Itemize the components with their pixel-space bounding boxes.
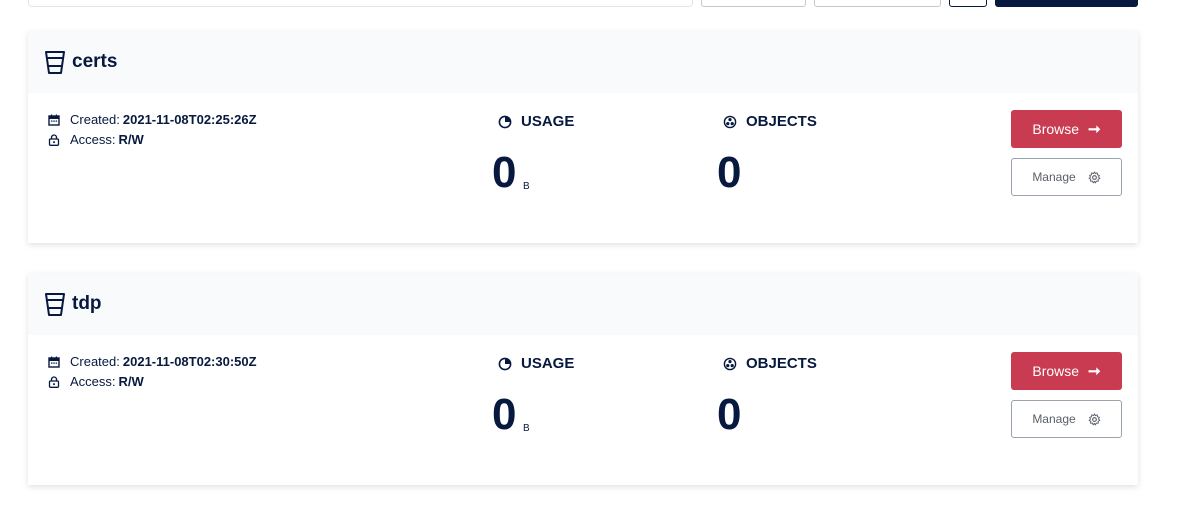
objects-header: OBJECTS	[723, 113, 817, 130]
objects-label: OBJECTS	[746, 113, 817, 130]
access-label: Access:	[70, 132, 116, 147]
bucket-name: tdp	[72, 293, 102, 314]
toolbar-button-1[interactable]	[701, 0, 806, 7]
usage-stat: USAGE 0 B	[492, 355, 574, 437]
pie-chart-icon	[498, 357, 512, 370]
created-value: 2021-11-08T02:25:26Z	[122, 112, 257, 127]
objects-stat: OBJECTS 0	[717, 113, 817, 195]
objects-stat: OBJECTS 0	[717, 355, 817, 437]
usage-stat: USAGE 0 B	[492, 113, 574, 195]
usage-label: USAGE	[521, 113, 575, 130]
search-input[interactable]	[28, 0, 693, 7]
objects-label: OBJECTS	[746, 355, 817, 372]
manage-label: Manage	[1032, 412, 1076, 426]
usage-unit: B	[523, 423, 530, 434]
create-bucket-button[interactable]	[995, 0, 1138, 7]
usage-value: 0	[492, 390, 517, 439]
toolbar-button-3[interactable]	[949, 0, 987, 7]
created-row: Created: 2021-11-08T02:25:26Z	[48, 110, 257, 130]
access-label: Access:	[70, 374, 116, 389]
bucket-card-header: tdp	[28, 273, 1138, 335]
objects-header: OBJECTS	[723, 355, 817, 372]
bucket-meta: Created: 2021-11-08T02:30:50Z Access: R/…	[48, 352, 257, 392]
bucket-name: certs	[72, 51, 118, 72]
browse-label: Browse	[1032, 363, 1080, 379]
calendar-icon	[48, 356, 60, 368]
manage-button[interactable]: Manage	[1011, 400, 1122, 438]
bucket-card-header: certs	[28, 31, 1138, 93]
access-row: Access: R/W	[48, 130, 257, 150]
browse-label: Browse	[1032, 121, 1080, 137]
lock-icon	[48, 134, 60, 146]
gear-icon	[1088, 412, 1101, 425]
usage-unit: B	[523, 181, 530, 192]
arrow-right-icon: ➞	[1088, 121, 1101, 138]
toolbar-button-2[interactable]	[814, 0, 941, 7]
arrow-right-icon: ➞	[1088, 363, 1101, 380]
bucket-meta: Created: 2021-11-08T02:25:26Z Access: R/…	[48, 110, 257, 150]
created-row: Created: 2021-11-08T02:30:50Z	[48, 352, 257, 372]
lock-icon	[48, 376, 60, 388]
manage-button[interactable]: Manage	[1011, 158, 1122, 196]
usage-value: 0	[492, 148, 517, 197]
manage-label: Manage	[1032, 170, 1076, 184]
usage-header: USAGE	[498, 113, 574, 130]
bucket-card: certs Created: 2021-11-08T02:25:26Z Acce…	[28, 31, 1138, 243]
access-value: R/W	[118, 374, 144, 389]
access-value: R/W	[118, 132, 144, 147]
created-value: 2021-11-08T02:30:50Z	[122, 354, 257, 369]
usage-label: USAGE	[521, 355, 575, 372]
objects-icon	[723, 357, 737, 370]
usage-header: USAGE	[498, 355, 574, 372]
created-label: Created:	[70, 112, 120, 127]
access-row: Access: R/W	[48, 372, 257, 392]
pie-chart-icon	[498, 115, 512, 128]
objects-value: 0	[717, 390, 742, 439]
created-label: Created:	[70, 354, 120, 369]
bucket-icon	[45, 293, 65, 316]
gear-icon	[1088, 170, 1101, 183]
calendar-icon	[48, 114, 60, 126]
bucket-card: tdp Created: 2021-11-08T02:30:50Z Access…	[28, 273, 1138, 485]
objects-value: 0	[717, 148, 742, 197]
browse-button[interactable]: Browse ➞	[1011, 110, 1122, 148]
browse-button[interactable]: Browse ➞	[1011, 352, 1122, 390]
objects-icon	[723, 115, 737, 128]
bucket-icon	[45, 51, 65, 74]
